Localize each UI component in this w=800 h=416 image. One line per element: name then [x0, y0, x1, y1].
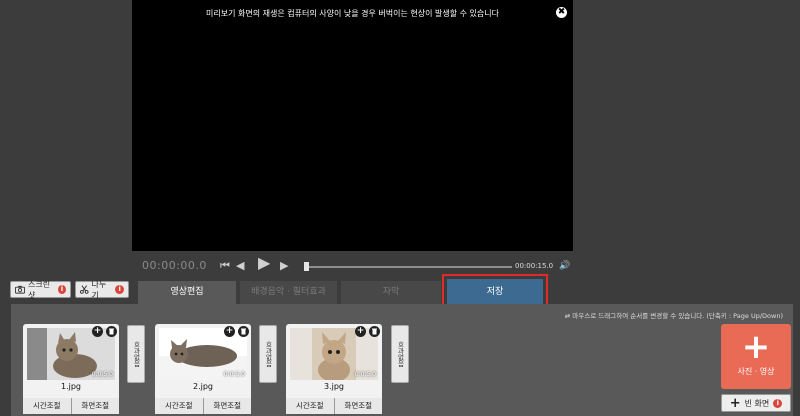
clip-add-icon[interactable]: +	[92, 326, 103, 337]
clip-thumbnail: 0:0:5.0	[159, 328, 247, 380]
tab-subtitle[interactable]: 자막	[341, 281, 441, 304]
edit-panel: ⇄ 마우스로 드래그하여 순서를 변경할 수 있습니다. (단축키 : Page…	[11, 304, 793, 416]
split-label: 나누기	[91, 279, 107, 300]
clip-duration: 0:0:5.0	[91, 371, 113, 378]
play-button[interactable]: ▶	[258, 255, 270, 271]
blank-screen-info-icon[interactable]: i	[773, 398, 783, 408]
adjust-screen-button[interactable]: 화면조절	[334, 398, 382, 414]
adjust-time-button[interactable]: 시간조절	[23, 398, 71, 414]
add-media-label: 사진 · 영상	[737, 367, 775, 376]
tab-video-edit[interactable]: 영상편집	[138, 281, 236, 304]
clip-add-icon[interactable]: +	[355, 326, 366, 337]
preview-screen: 미리보기 화면의 재생은 컴퓨터의 사양이 낮을 경우 버벅이는 현상이 발생할…	[132, 0, 573, 251]
trash-icon[interactable]	[106, 326, 117, 337]
transition-effect-button[interactable]: 효과없음	[259, 325, 277, 383]
adjust-screen-button[interactable]: 화면조절	[203, 398, 251, 414]
preview-notice: 미리보기 화면의 재생은 컴퓨터의 사양이 낮을 경우 버벅이는 현상이 발생할…	[206, 9, 499, 18]
transition-effect-button[interactable]: 효과없음	[127, 325, 145, 383]
plus-icon: +	[729, 395, 741, 411]
blank-screen-button[interactable]: + 빈 화면 i	[721, 394, 791, 412]
trash-icon[interactable]	[238, 326, 249, 337]
close-notice-button[interactable]: ✖	[556, 7, 567, 18]
screenshot-label: 스크린샷	[28, 279, 51, 300]
reorder-hint: ⇄ 마우스로 드래그하여 순서를 변경할 수 있습니다. (단축키 : Page…	[564, 312, 783, 320]
clip-duration: 0:0:5.0	[223, 371, 245, 378]
trash-icon[interactable]	[369, 326, 380, 337]
player-controls: 00:00:00.0 ⏮ ◀ ▶ ▶ 00:00:15.0 🔊	[132, 255, 573, 277]
total-time: 00:00:15.0	[515, 262, 554, 270]
clip-buttons: 시간조절 화면조절	[286, 398, 382, 414]
camera-icon	[15, 285, 26, 294]
clip-buttons: 시간조절 화면조절	[155, 398, 251, 414]
current-time: 00:00:00.0	[142, 259, 207, 272]
tab-music-filter[interactable]: 배경음악 · 필터효과	[240, 281, 337, 304]
transition-effect-button[interactable]: 효과없음	[391, 325, 409, 383]
clip-item[interactable]: 0:0:5.0 + 2.jpg 시간조절 화면조절	[155, 324, 251, 414]
clip-name: 1.jpg	[60, 382, 81, 391]
scissors-icon	[80, 285, 89, 294]
seek-handle[interactable]	[304, 262, 309, 271]
seek-bar[interactable]	[304, 262, 512, 271]
split-info-icon[interactable]: i	[115, 285, 124, 294]
clip-buttons: 시간조절 화면조절	[23, 398, 119, 414]
split-button[interactable]: 나누기 i	[75, 279, 129, 300]
clip-duration: 0:0:5.0	[354, 371, 376, 378]
screenshot-info-icon[interactable]: i	[57, 285, 66, 294]
forward-button[interactable]: ▶	[280, 260, 288, 272]
clip-item[interactable]: 0:0:5.0 + 1.jpg 시간조절 화면조절	[23, 324, 119, 414]
adjust-screen-button[interactable]: 화면조절	[71, 398, 119, 414]
clip-name: 2.jpg	[192, 382, 213, 391]
clip-thumbnail: 0:0:5.0	[290, 328, 378, 380]
add-photo-video-button[interactable]: + 사진 · 영상	[721, 324, 791, 389]
screenshot-button[interactable]: 스크린샷 i	[10, 279, 71, 300]
adjust-time-button[interactable]: 시간조절	[286, 398, 334, 414]
clip-name: 3.jpg	[323, 382, 344, 391]
clip-add-icon[interactable]: +	[224, 326, 235, 337]
blank-screen-label: 빈 화면	[744, 398, 770, 408]
save-button[interactable]: 저장	[442, 274, 548, 310]
volume-icon[interactable]: 🔊	[559, 261, 570, 271]
skip-to-start-button[interactable]: ⏮	[220, 260, 230, 272]
clip-thumbnail: 0:0:5.0	[27, 328, 115, 380]
plus-icon: +	[741, 327, 771, 367]
rewind-button[interactable]: ◀	[236, 260, 244, 272]
adjust-time-button[interactable]: 시간조절	[155, 398, 203, 414]
clip-item[interactable]: 0:0:5.0 + 3.jpg 시간조절 화면조절	[286, 324, 382, 414]
